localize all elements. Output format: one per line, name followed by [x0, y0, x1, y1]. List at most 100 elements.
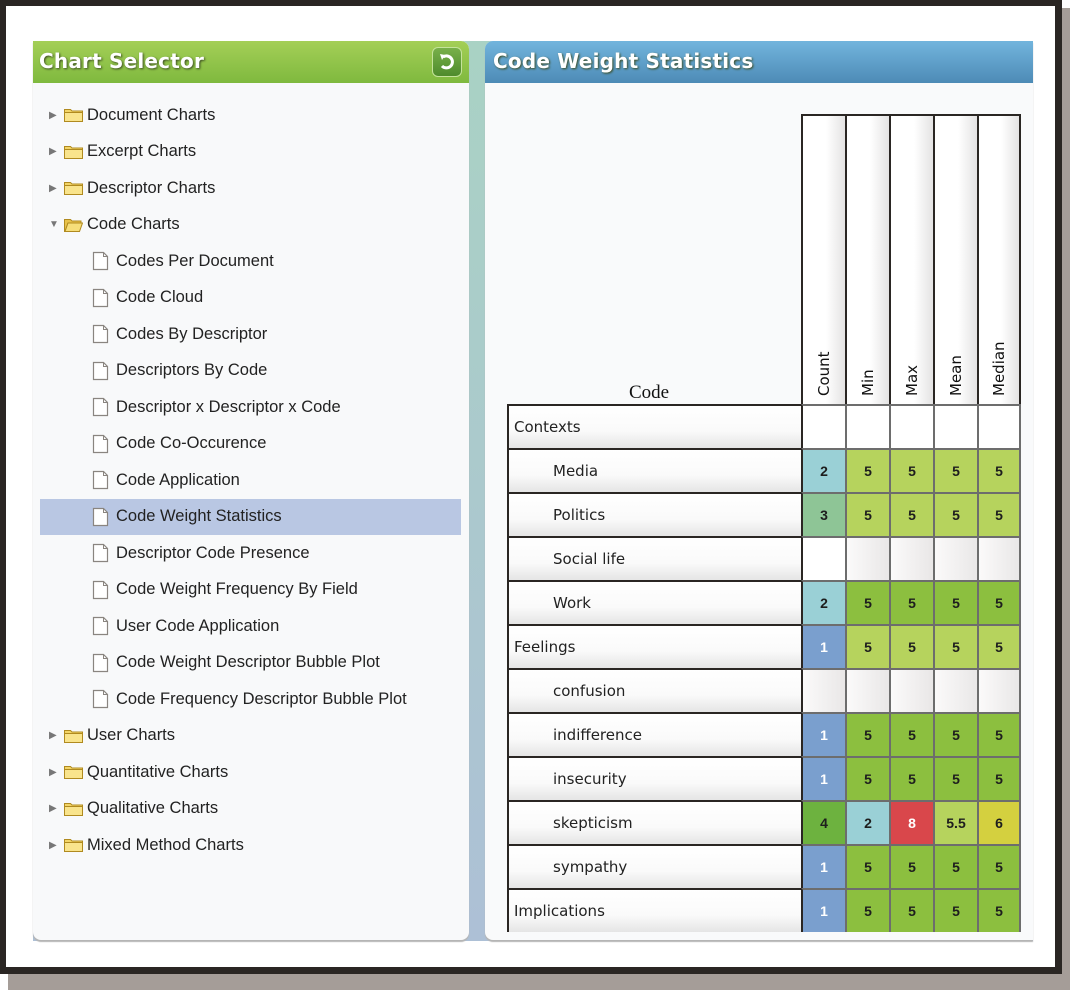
cell-mean[interactable] [933, 668, 977, 712]
column-header-count[interactable]: Count [801, 114, 845, 406]
cell-count[interactable]: 4 [801, 800, 845, 844]
cell-min[interactable]: 5 [845, 448, 889, 492]
cell-median[interactable]: 5 [977, 624, 1021, 668]
cell-max[interactable]: 5 [889, 580, 933, 624]
cell-median[interactable]: 5 [977, 448, 1021, 492]
tree-folder[interactable]: ▶ Document Charts [33, 97, 469, 134]
cell-max[interactable]: 5 [889, 888, 933, 932]
cell-count[interactable]: 1 [801, 712, 845, 756]
cell-mean[interactable]: 5 [933, 624, 977, 668]
cell-min[interactable]: 5 [845, 712, 889, 756]
expand-triangle-right-icon[interactable]: ▶ [49, 840, 61, 851]
cell-median[interactable]: 5 [977, 756, 1021, 800]
cell-min[interactable] [845, 404, 889, 448]
cell-mean[interactable]: 5 [933, 448, 977, 492]
row-code-label[interactable]: Social life [507, 536, 801, 580]
cell-min[interactable] [845, 536, 889, 580]
expand-triangle-right-icon[interactable]: ▶ [49, 730, 61, 741]
cell-median[interactable]: 5 [977, 844, 1021, 888]
row-code-label[interactable]: Implications [507, 888, 801, 932]
cell-mean[interactable]: 5 [933, 844, 977, 888]
cell-mean[interactable] [933, 536, 977, 580]
tree-item[interactable]: Code Co-Occurence [33, 426, 469, 463]
tree-item[interactable]: Code Application [33, 462, 469, 499]
cell-min[interactable] [845, 668, 889, 712]
cell-count[interactable]: 1 [801, 756, 845, 800]
tree-item[interactable]: Code Cloud [33, 280, 469, 317]
expand-triangle-right-icon[interactable]: ▶ [49, 767, 61, 778]
refresh-button[interactable] [432, 47, 462, 77]
cell-max[interactable]: 5 [889, 844, 933, 888]
cell-count[interactable]: 1 [801, 888, 845, 932]
row-code-label[interactable]: Media [507, 448, 801, 492]
tree-folder[interactable]: ▶ Quantitative Charts [33, 754, 469, 791]
cell-median[interactable]: 5 [977, 580, 1021, 624]
cell-max[interactable]: 5 [889, 624, 933, 668]
cell-mean[interactable]: 5 [933, 580, 977, 624]
cell-median[interactable] [977, 536, 1021, 580]
tree-item[interactable]: Descriptor x Descriptor x Code [33, 389, 469, 426]
tree-folder[interactable]: ▶ Descriptor Charts [33, 170, 469, 207]
cell-max[interactable]: 8 [889, 800, 933, 844]
tree-folder[interactable]: ▶ Mixed Method Charts [33, 827, 469, 864]
cell-median[interactable] [977, 404, 1021, 448]
row-code-label[interactable]: skepticism [507, 800, 801, 844]
tree-item[interactable]: Codes By Descriptor [33, 316, 469, 353]
cell-mean[interactable] [933, 404, 977, 448]
cell-max[interactable]: 5 [889, 492, 933, 536]
tree-item[interactable]: Descriptors By Code [33, 353, 469, 390]
cell-median[interactable]: 5 [977, 712, 1021, 756]
row-code-label[interactable]: sympathy [507, 844, 801, 888]
cell-max[interactable]: 5 [889, 756, 933, 800]
expand-triangle-right-icon[interactable]: ▶ [49, 803, 61, 814]
expand-triangle-right-icon[interactable]: ▶ [49, 110, 61, 121]
cell-count[interactable] [801, 668, 845, 712]
tree-item[interactable]: Code Weight Descriptor Bubble Plot [33, 645, 469, 682]
tree-item[interactable]: User Code Application [33, 608, 469, 645]
row-code-label[interactable]: Politics [507, 492, 801, 536]
tree-folder[interactable]: ▶ User Charts [33, 718, 469, 755]
row-code-label[interactable]: Work [507, 580, 801, 624]
cell-mean[interactable]: 5 [933, 712, 977, 756]
cell-min[interactable]: 5 [845, 492, 889, 536]
cell-count[interactable]: 2 [801, 448, 845, 492]
cell-min[interactable]: 5 [845, 844, 889, 888]
cell-max[interactable] [889, 668, 933, 712]
column-header-min[interactable]: Min [845, 114, 889, 406]
cell-mean[interactable]: 5 [933, 756, 977, 800]
cell-median[interactable]: 5 [977, 888, 1021, 932]
cell-min[interactable]: 5 [845, 888, 889, 932]
cell-count[interactable]: 2 [801, 580, 845, 624]
row-code-label[interactable]: insecurity [507, 756, 801, 800]
cell-mean[interactable]: 5 [933, 888, 977, 932]
cell-max[interactable]: 5 [889, 712, 933, 756]
column-header-max[interactable]: Max [889, 114, 933, 406]
cell-count[interactable]: 3 [801, 492, 845, 536]
expand-triangle-right-icon[interactable]: ▶ [49, 146, 61, 157]
column-header-mean[interactable]: Mean [933, 114, 977, 406]
row-code-label[interactable]: confusion [507, 668, 801, 712]
tree-item[interactable]: Code Weight Statistics [40, 498, 461, 535]
cell-mean[interactable]: 5.5 [933, 800, 977, 844]
row-code-label[interactable]: Feelings [507, 624, 801, 668]
tree-item[interactable]: Codes Per Document [33, 243, 469, 280]
tree-folder[interactable]: ▶ Excerpt Charts [33, 134, 469, 171]
column-header-median[interactable]: Median [977, 114, 1021, 406]
cell-min[interactable]: 5 [845, 756, 889, 800]
cell-median[interactable]: 6 [977, 800, 1021, 844]
row-code-label[interactable]: Contexts [507, 404, 801, 448]
cell-mean[interactable]: 5 [933, 492, 977, 536]
cell-count[interactable] [801, 536, 845, 580]
tree-folder[interactable]: ▼ Code Charts [33, 207, 469, 244]
cell-max[interactable] [889, 536, 933, 580]
row-code-label[interactable]: indifference [507, 712, 801, 756]
cell-min[interactable]: 5 [845, 580, 889, 624]
cell-median[interactable]: 5 [977, 492, 1021, 536]
expand-triangle-right-icon[interactable]: ▶ [49, 183, 61, 194]
cell-min[interactable]: 5 [845, 624, 889, 668]
tree-folder[interactable]: ▶ Qualitative Charts [33, 791, 469, 828]
cell-max[interactable]: 5 [889, 448, 933, 492]
tree-item[interactable]: Descriptor Code Presence [33, 535, 469, 572]
cell-min[interactable]: 2 [845, 800, 889, 844]
tree-item[interactable]: Code Weight Frequency By Field [33, 572, 469, 609]
